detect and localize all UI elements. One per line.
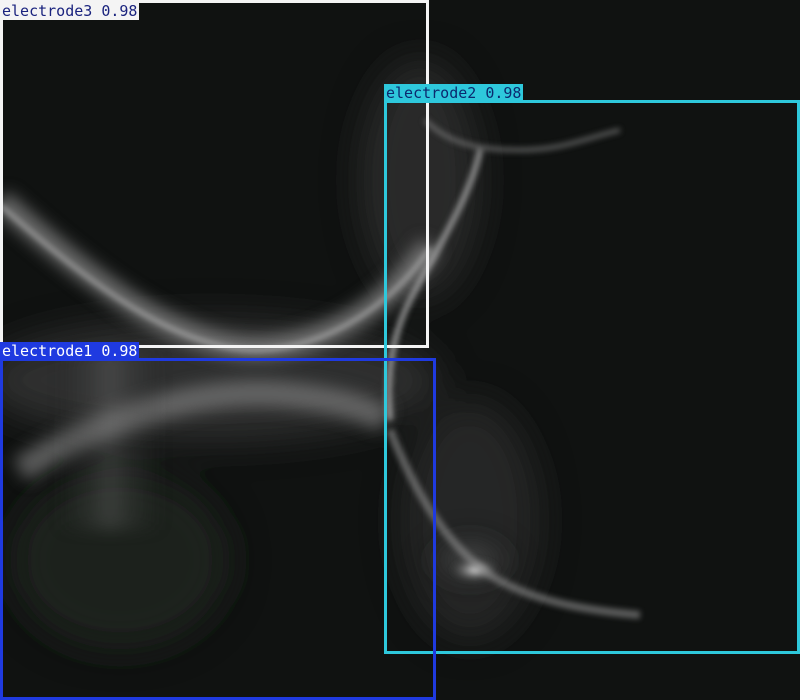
electrode1-label: electrode1 0.98 <box>0 342 140 360</box>
electrode3-label: electrode3 0.98 <box>0 2 140 20</box>
electrode2-label: electrode2 0.98 <box>384 84 524 102</box>
electrode1-bounding-box[interactable] <box>0 358 436 700</box>
detection-viewer: electrode3 0.98 electrode2 0.98 electrod… <box>0 0 800 700</box>
electrode3-bounding-box[interactable] <box>0 0 429 348</box>
electrode2-bounding-box[interactable] <box>384 100 800 654</box>
